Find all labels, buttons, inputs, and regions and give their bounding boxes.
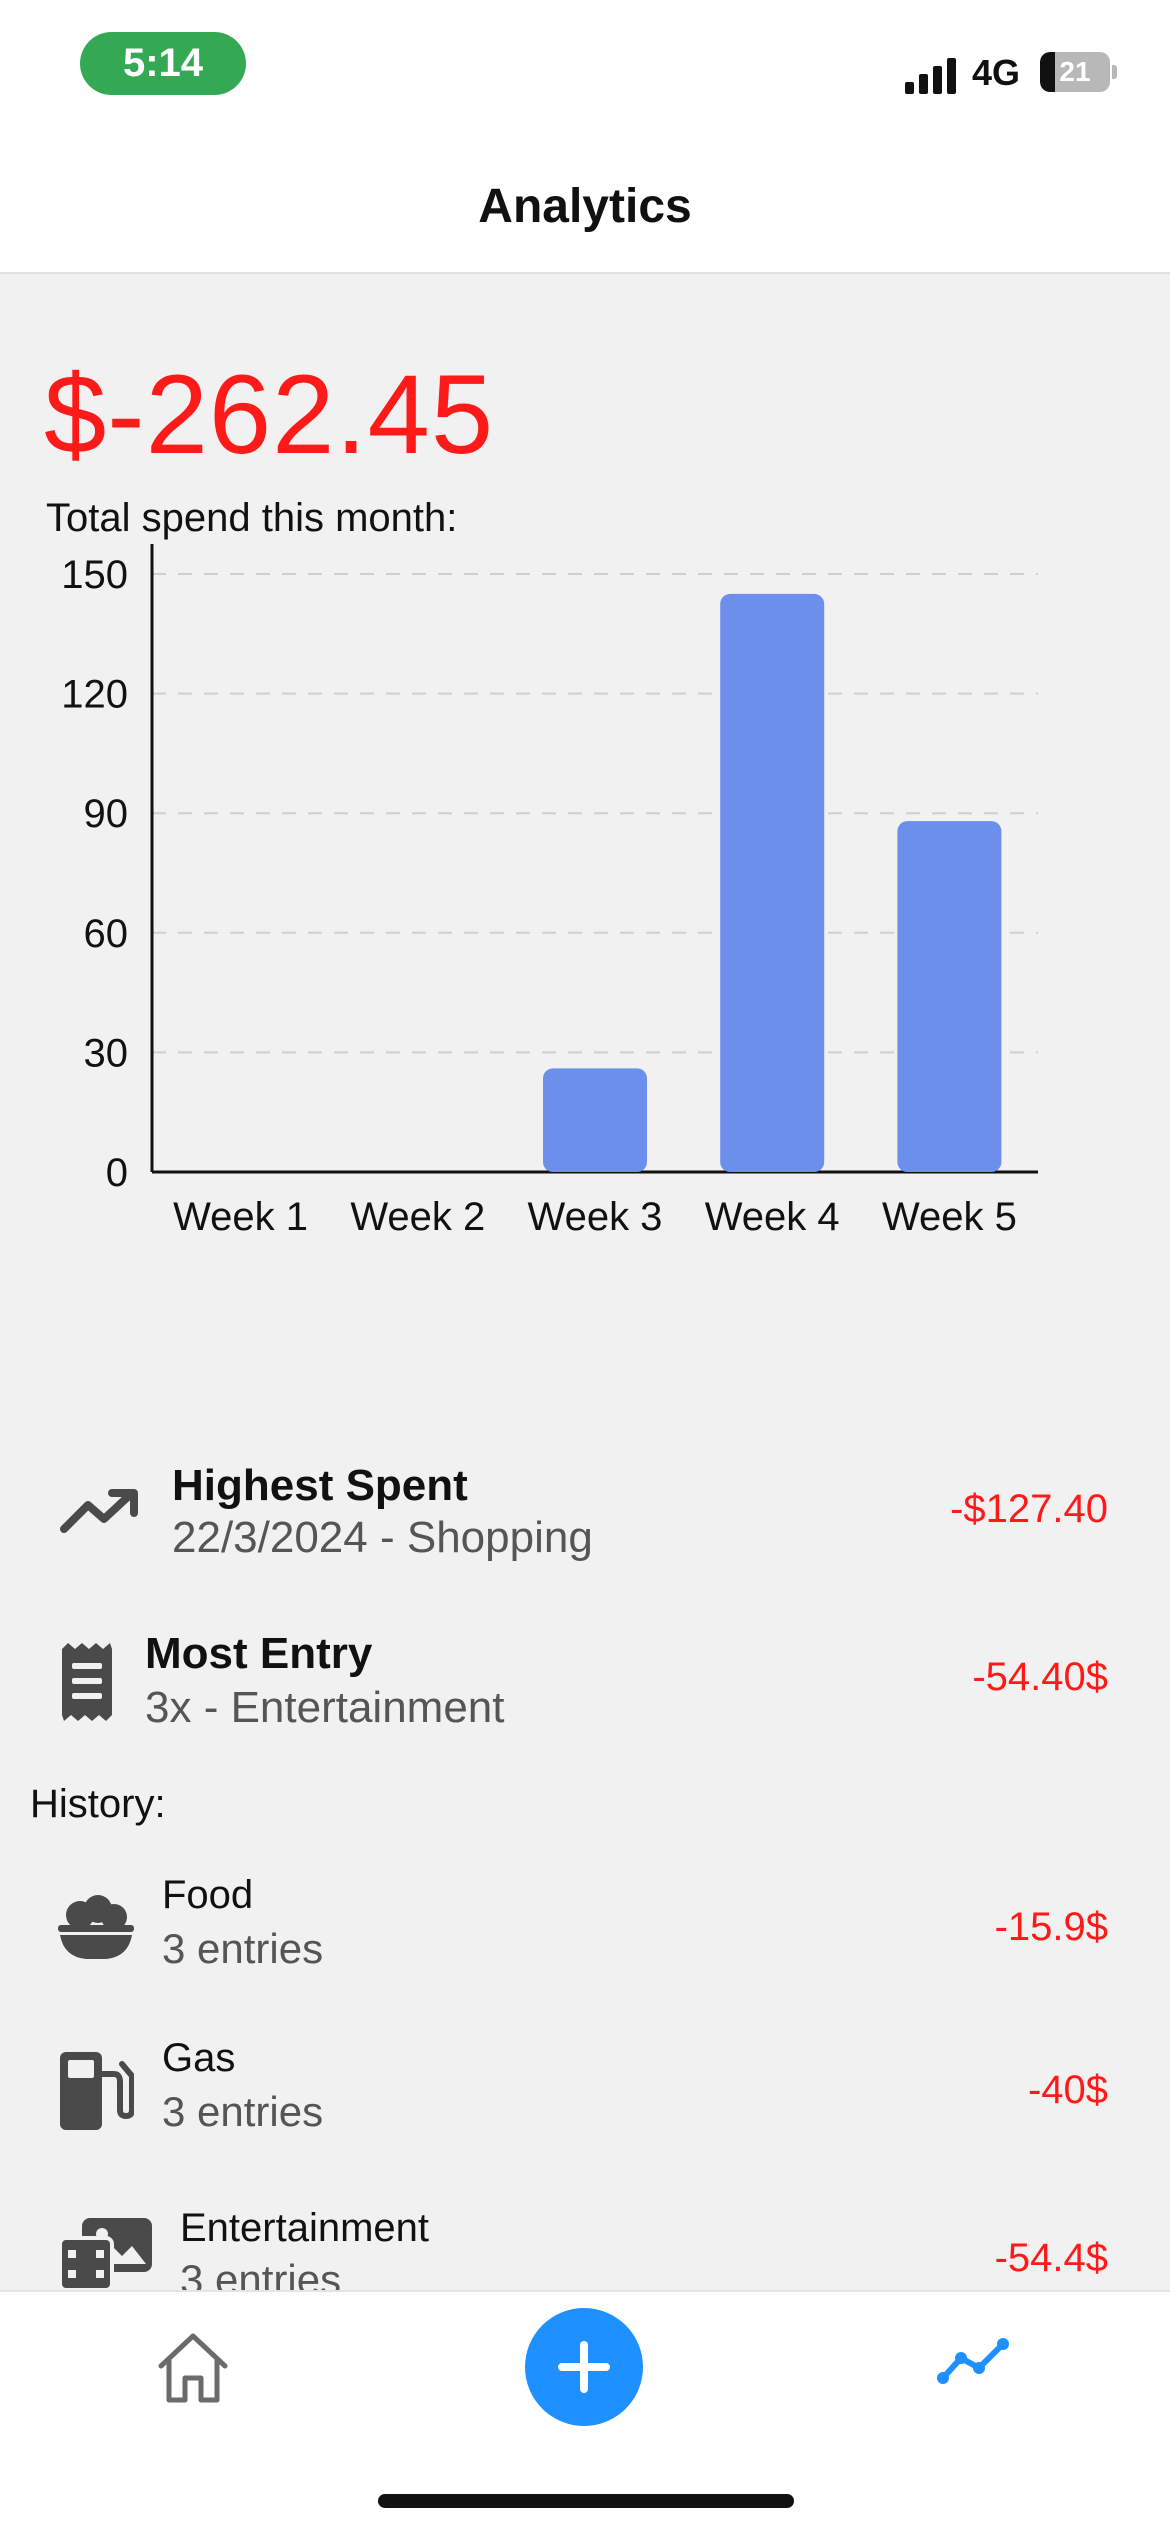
history-item-category: Gas — [162, 2036, 236, 2080]
y-tick-label: 120 — [61, 673, 128, 717]
analytics-icon[interactable] — [935, 2334, 1011, 2390]
home-indicator — [378, 2494, 794, 2508]
history-item-entries: 3 entries — [162, 2088, 324, 2135]
most-entry-row[interactable]: Most Entry 3x - Entertainment -54.40$ — [0, 1615, 1170, 1745]
plus-icon — [558, 2341, 610, 2393]
receipt-icon — [62, 1643, 112, 1721]
y-tick-label: 30 — [84, 1031, 129, 1075]
highest-spent-title: Highest Spent — [172, 1461, 468, 1510]
food-bowl-icon — [58, 1895, 134, 1959]
total-spend-amount: $-262.45 — [44, 352, 495, 477]
x-tick-label: Week 3 — [528, 1195, 663, 1239]
bar — [543, 1068, 647, 1172]
y-tick-label: 90 — [84, 792, 129, 836]
page-title: Analytics — [478, 179, 692, 233]
bar — [720, 593, 825, 1172]
home-icon[interactable] — [155, 2330, 231, 2406]
battery-icon: 21 — [1040, 52, 1117, 92]
y-tick-label: 0 — [106, 1151, 128, 1195]
x-tick-label: Week 1 — [173, 1195, 308, 1239]
most-entry-subtitle: 3x - Entertainment — [145, 1683, 505, 1732]
history-item-gas[interactable]: Gas 3 entries -40$ — [0, 2030, 1170, 2160]
x-tick-label: Week 5 — [882, 1195, 1017, 1239]
status-time: 5:14 — [80, 32, 246, 95]
signal-icon — [905, 58, 956, 94]
y-tick-label: 150 — [61, 553, 128, 597]
highest-spent-row[interactable]: Highest Spent 22/3/2024 - Shopping -$127… — [0, 1445, 1170, 1575]
history-item-amount: -54.4$ — [994, 2236, 1108, 2280]
highest-spent-subtitle: 22/3/2024 - Shopping — [172, 1513, 593, 1562]
gas-pump-icon — [60, 2052, 134, 2130]
history-item-entries: 3 entries — [180, 2256, 342, 2290]
y-tick-label: 60 — [84, 912, 129, 956]
trending-up-icon — [60, 1489, 138, 1533]
history-label: History: — [30, 1782, 166, 1826]
battery-percentage: 21 — [1059, 56, 1091, 87]
history-item-entertainment[interactable]: Entertainment 3 entries -54.4$ — [0, 2196, 1170, 2290]
weekly-spend-chart: 0 30 60 90 120 150 Week 1 Week 2 Week 3 Week 4 Wee… — [61, 544, 1038, 1239]
most-entry-amount: -54.40$ — [972, 1655, 1108, 1699]
history-item-amount: -15.9$ — [994, 1905, 1108, 1949]
history-item-entries: 3 entries — [162, 1925, 324, 1972]
add-button[interactable] — [525, 2308, 643, 2426]
entertainment-icon — [60, 2218, 152, 2290]
history-item-category: Entertainment — [180, 2206, 430, 2250]
highest-spent-amount: -$127.40 — [950, 1487, 1108, 1531]
x-tick-label: Week 4 — [705, 1195, 840, 1239]
history-item-category: Food — [162, 1873, 254, 1917]
network-label: 4G — [972, 52, 1021, 93]
most-entry-title: Most Entry — [145, 1629, 373, 1678]
x-tick-label: Week 2 — [350, 1195, 485, 1239]
nav-header: Analytics — [0, 140, 1170, 274]
history-item-food[interactable]: Food 3 entries -15.9$ — [0, 1865, 1170, 1995]
bar — [897, 821, 1002, 1172]
history-item-amount: -40$ — [1027, 2068, 1108, 2112]
status-bar: 5:14 4G 21 — [0, 0, 1170, 140]
